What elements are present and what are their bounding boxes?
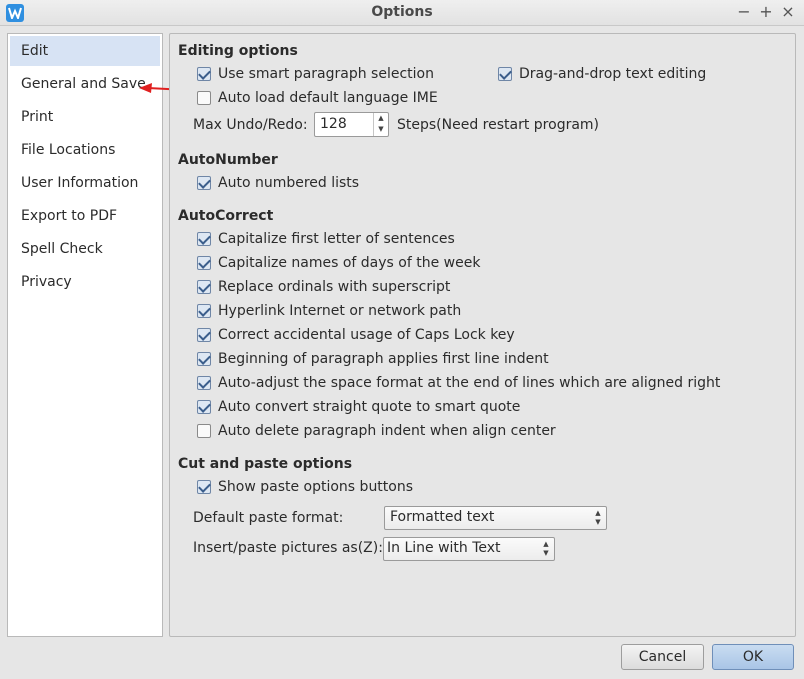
edit-options-panel: Editing options Use smart paragraph sele… <box>169 33 796 637</box>
checkbox-label: Replace ordinals with superscript <box>218 279 451 295</box>
checkbox-box[interactable] <box>197 176 211 190</box>
show-paste-options-checkbox[interactable]: Show paste options buttons <box>197 477 457 497</box>
checkbox-label: Capitalize names of days of the week <box>218 255 481 271</box>
smart-paragraph-checkbox[interactable]: Use smart paragraph selection <box>197 64 467 84</box>
checkbox-label: Drag-and-drop text editing <box>519 66 707 82</box>
smart-quote-checkbox[interactable]: Auto convert straight quote to smart quo… <box>197 397 537 417</box>
section-title-autonumber: AutoNumber <box>178 152 278 168</box>
title-bar: Options − + × <box>0 0 804 26</box>
checkbox-label: Correct accidental usage of Caps Lock ke… <box>218 327 515 343</box>
first-line-indent-checkbox[interactable]: Beginning of paragraph applies first lin… <box>197 349 557 369</box>
checkbox-label: Hyperlink Internet or network path <box>218 303 462 319</box>
sidebar-item-edit[interactable]: Edit <box>10 36 160 66</box>
sidebar-item-user-information[interactable]: User Information <box>10 168 160 198</box>
checkbox-box[interactable] <box>197 352 211 366</box>
select-value: In Line with Text <box>387 540 501 556</box>
drag-drop-checkbox[interactable]: Drag-and-drop text editing <box>498 64 718 84</box>
sidebar-item-export-to-pdf[interactable]: Export to PDF <box>10 201 160 231</box>
section-title-cut-paste: Cut and paste options <box>178 456 353 472</box>
checkbox-box[interactable] <box>197 304 211 318</box>
checkbox-box[interactable] <box>197 328 211 342</box>
maximize-button[interactable]: + <box>756 2 776 22</box>
hyperlink-path-checkbox[interactable]: Hyperlink Internet or network path <box>197 301 497 321</box>
checkbox-label: Auto-adjust the space format at the end … <box>218 375 721 391</box>
undo-steps-label: Steps(Need restart program) <box>397 117 600 133</box>
checkbox-label: Auto convert straight quote to smart quo… <box>218 399 521 415</box>
checkbox-box[interactable] <box>197 91 211 105</box>
select-value: Formatted text <box>390 509 495 525</box>
window-title: Options <box>371 4 433 20</box>
checkbox-label: Show paste options buttons <box>218 479 414 495</box>
checkbox-box[interactable] <box>197 232 211 246</box>
delete-indent-center-checkbox[interactable]: Auto delete paragraph indent when align … <box>197 421 557 441</box>
section-title-editing: Editing options <box>178 43 298 59</box>
checkbox-box[interactable] <box>197 480 211 494</box>
updown-arrow-icon: ▲ ▼ <box>595 509 601 526</box>
default-paste-format-select[interactable]: Formatted text ▲ ▼ <box>384 506 607 530</box>
close-button[interactable]: × <box>778 2 798 22</box>
checkbox-label: Auto numbered lists <box>218 175 360 191</box>
ok-button[interactable]: OK <box>712 644 794 670</box>
insert-pictures-label: Insert/paste pictures as(Z): <box>193 540 383 556</box>
checkbox-box[interactable] <box>197 280 211 294</box>
options-sidebar: Edit General and Save Print File Locatio… <box>7 33 163 637</box>
checkbox-label: Auto load default language IME <box>218 90 438 106</box>
checkbox-label: Capitalize first letter of sentences <box>218 231 455 247</box>
checkbox-box[interactable] <box>197 67 211 81</box>
insert-pictures-select[interactable]: In Line with Text ▲ ▼ <box>383 537 555 561</box>
minimize-button[interactable]: − <box>734 2 754 22</box>
sidebar-item-file-locations[interactable]: File Locations <box>10 135 160 165</box>
spin-arrows-icon[interactable]: ▲ ▼ <box>373 113 388 136</box>
replace-ordinals-checkbox[interactable]: Replace ordinals with superscript <box>197 277 497 297</box>
sidebar-item-general-and-save[interactable]: General and Save <box>10 69 160 99</box>
max-undo-spinbox[interactable]: 128 ▲ ▼ <box>314 112 389 137</box>
auto-ime-checkbox[interactable]: Auto load default language IME <box>197 88 467 108</box>
caps-lock-checkbox[interactable]: Correct accidental usage of Caps Lock ke… <box>197 325 517 345</box>
sidebar-item-print[interactable]: Print <box>10 102 160 132</box>
checkbox-label: Auto delete paragraph indent when align … <box>218 423 556 439</box>
cancel-button[interactable]: Cancel <box>621 644 704 670</box>
sidebar-item-spell-check[interactable]: Spell Check <box>10 234 160 264</box>
max-undo-value[interactable]: 128 <box>320 116 347 132</box>
checkbox-label: Beginning of paragraph applies first lin… <box>218 351 549 367</box>
auto-numbered-lists-checkbox[interactable]: Auto numbered lists <box>197 173 397 193</box>
capitalize-days-checkbox[interactable]: Capitalize names of days of the week <box>197 253 497 273</box>
checkbox-label: Use smart paragraph selection <box>218 66 434 82</box>
updown-arrow-icon: ▲ ▼ <box>543 540 549 557</box>
sidebar-item-privacy[interactable]: Privacy <box>10 267 160 297</box>
checkbox-box[interactable] <box>197 376 211 390</box>
capitalize-first-letter-checkbox[interactable]: Capitalize first letter of sentences <box>197 229 497 249</box>
auto-adjust-space-checkbox[interactable]: Auto-adjust the space format at the end … <box>197 373 721 393</box>
max-undo-label: Max Undo/Redo: <box>193 117 308 133</box>
checkbox-box[interactable] <box>498 67 512 81</box>
section-title-autocorrect: AutoCorrect <box>178 208 274 224</box>
default-paste-format-label: Default paste format: <box>193 510 344 526</box>
checkbox-box[interactable] <box>197 256 211 270</box>
checkbox-box[interactable] <box>197 400 211 414</box>
checkbox-box[interactable] <box>197 424 211 438</box>
